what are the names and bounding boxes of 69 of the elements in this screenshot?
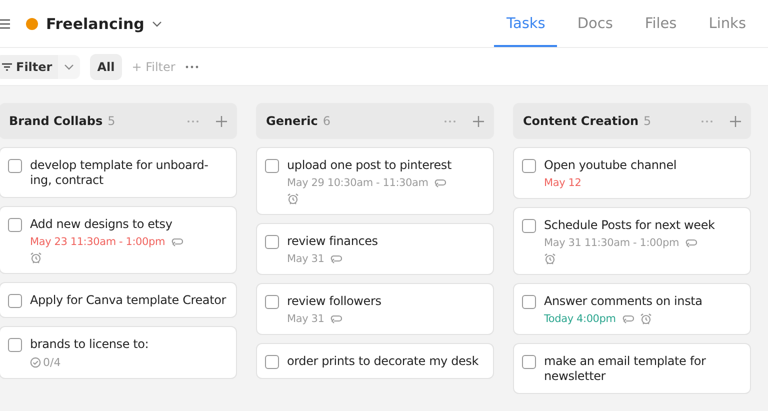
column-count: 6 [322, 114, 330, 128]
task-checkbox[interactable] [8, 159, 22, 173]
caret-icon[interactable] [64, 64, 74, 70]
task-checkbox[interactable] [8, 338, 22, 352]
task-title: Answer comments on insta [544, 294, 702, 309]
task-card[interactable]: brands to license to: 0/4 [0, 326, 237, 379]
more-icon[interactable] [185, 64, 200, 68]
menu-icon[interactable] [0, 18, 10, 28]
task-title: brands to license to: [30, 337, 149, 352]
task-card[interactable]: make an email template for newsletter [513, 343, 751, 394]
task-title: make an email template for newsletter [544, 354, 707, 384]
task-date: May 31 11:30am - 1:00pm [544, 237, 680, 249]
more-icon[interactable] [444, 120, 456, 122]
task-card[interactable]: Apply for Canva template Creator [0, 282, 237, 318]
column-title: Brand Collabs [9, 114, 103, 128]
filter-button[interactable]: Filter [0, 54, 58, 78]
task-checkbox[interactable] [522, 355, 536, 369]
task-date: May 31 [287, 253, 324, 265]
tab[interactable]: Files [632, 0, 689, 47]
task-card[interactable]: review finances May 31 [256, 223, 494, 275]
task-title: upload one post to pinterest [287, 158, 452, 173]
task-title: Open youtube channel [544, 158, 677, 173]
task-card[interactable]: upload one post to pinterest May 29 10:30am - 11:30am [256, 147, 494, 215]
task-card[interactable]: Add new designs to etsy May 23 11:30am - 1:00pm [0, 206, 237, 274]
more-icon[interactable] [701, 120, 713, 122]
column-title: Generic [266, 114, 318, 128]
task-card[interactable]: order prints to decorate my desk [256, 343, 494, 379]
task-date: May 31 [287, 313, 324, 325]
task-date: Today 4:00pm [544, 313, 616, 325]
task-checkbox[interactable] [265, 295, 279, 309]
column-title: Content Creation [523, 114, 639, 128]
task-date: May 12 [544, 177, 582, 189]
task-date: May 29 10:30am - 11:30am [287, 177, 428, 189]
task-title: develop template for unboard-ing, contract [30, 158, 210, 188]
check-circle-icon [30, 357, 41, 368]
task-title: review followers [287, 294, 382, 309]
task-card[interactable]: Open youtube channel May 12 [513, 147, 751, 199]
task-checkbox[interactable] [522, 295, 536, 309]
filter-icon [2, 62, 12, 70]
task-date: May 23 11:30am - 1:00pm [30, 236, 166, 248]
column-count: 5 [644, 114, 652, 128]
task-title: Apply for Canva template Creator [30, 293, 226, 308]
task-checkbox[interactable] [522, 219, 536, 233]
add-icon[interactable] [473, 116, 484, 126]
task-title: review finances [287, 234, 378, 249]
task-card[interactable]: Answer comments on insta Today 4:00pm [513, 283, 751, 335]
task-checkbox[interactable] [8, 218, 22, 232]
add-icon[interactable] [730, 116, 741, 126]
task-checkbox[interactable] [522, 159, 536, 173]
task-checkbox[interactable] [8, 294, 22, 308]
task-card[interactable]: review followers May 31 [256, 283, 494, 335]
tab[interactable]: Tasks [494, 0, 558, 47]
task-card[interactable]: develop template for unboard-ing, contract [0, 147, 237, 198]
tab[interactable]: Links [696, 0, 758, 47]
task-checkbox[interactable] [265, 159, 279, 173]
task-title: Schedule Posts for next week [544, 218, 715, 233]
task-card[interactable]: Schedule Posts for next week May 31 11:30am - 1:00pm [513, 207, 751, 275]
more-icon[interactable] [187, 120, 199, 122]
column-count: 5 [108, 114, 116, 128]
view-chip[interactable]: All [90, 54, 122, 80]
tab[interactable]: Docs [565, 0, 625, 47]
project-title[interactable]: Freelancing [46, 14, 144, 32]
subtask-count: 0/4 [43, 356, 61, 369]
task-checkbox[interactable] [265, 235, 279, 249]
task-title: Add new designs to etsy [30, 217, 174, 232]
task-title: order prints to decorate my desk [287, 354, 478, 369]
task-checkbox[interactable] [265, 355, 279, 369]
add-icon[interactable] [216, 116, 227, 126]
caret-icon[interactable] [152, 20, 162, 26]
